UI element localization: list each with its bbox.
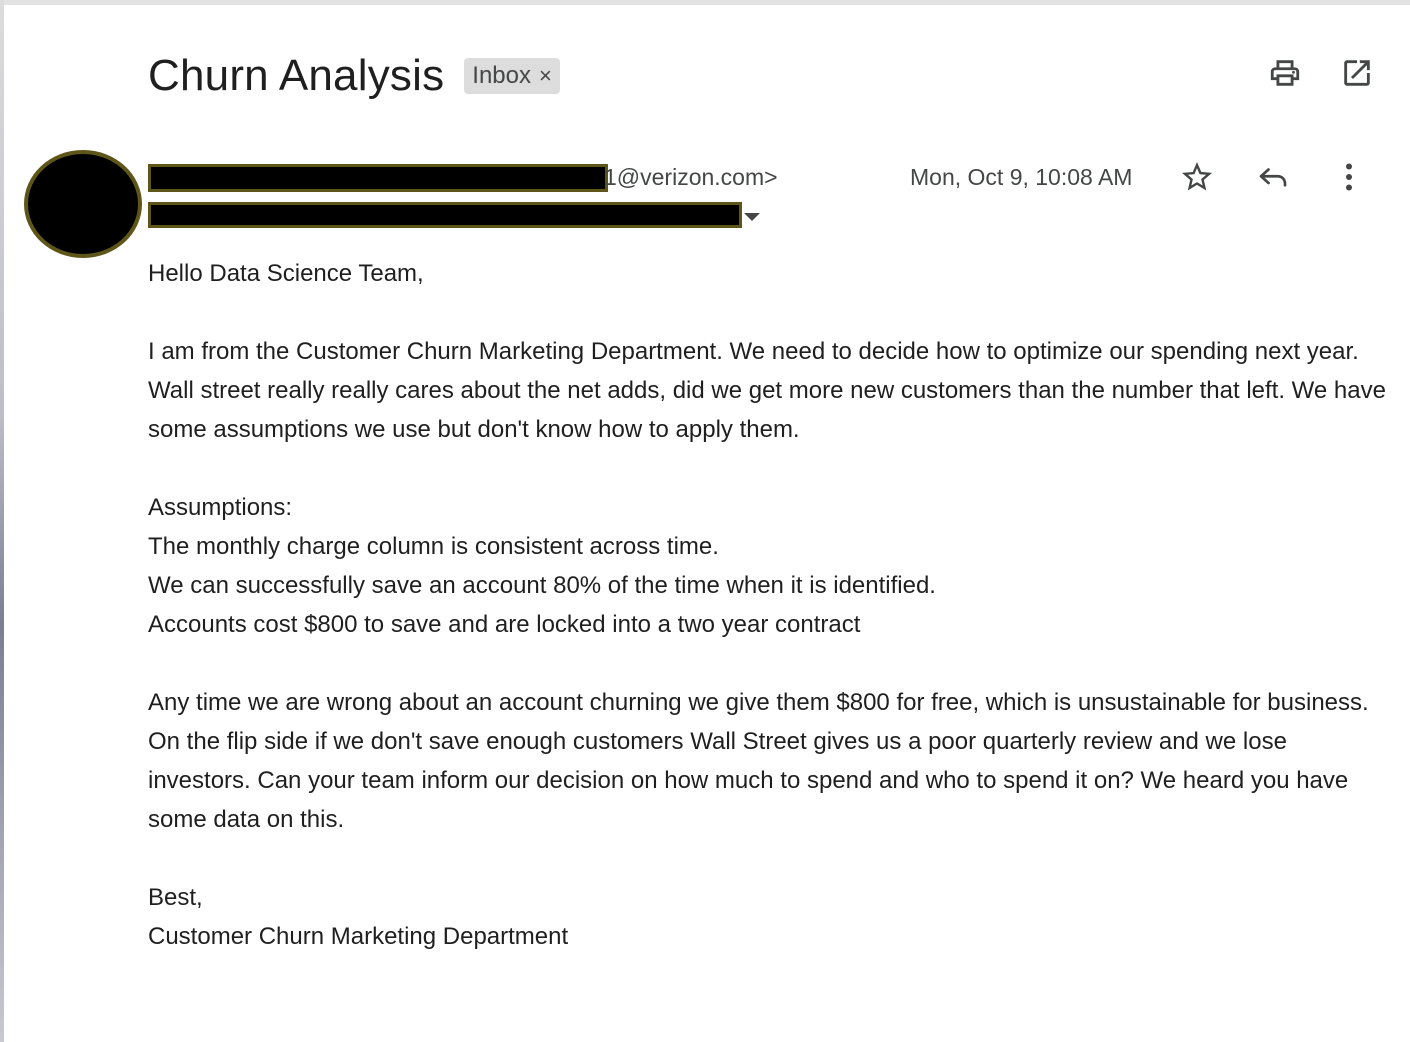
assumption-item: The monthly charge column is consistent … — [148, 533, 719, 560]
window-top-strip — [0, 0, 1410, 5]
sender-email: 1@verizon.com> — [604, 164, 778, 190]
email-subject: Churn Analysis — [148, 51, 445, 100]
email-date: Mon, Oct 9, 10:08 AM — [910, 164, 1133, 190]
paragraph-intro: I am from the Customer Churn Marketing D… — [148, 338, 1386, 443]
inbox-label-text: Inbox — [472, 62, 531, 89]
recipients-redaction — [148, 202, 742, 228]
assumption-item: We can successfully save an account 80% … — [148, 572, 936, 599]
show-details-caret-icon[interactable] — [744, 213, 760, 221]
star-icon[interactable] — [1178, 158, 1216, 196]
assumptions-block: Assumptions: The monthly charge column i… — [148, 488, 1388, 644]
greeting: Hello Data Science Team, — [148, 260, 424, 287]
reply-icon[interactable] — [1254, 158, 1292, 196]
message-actions — [1178, 158, 1368, 196]
subject-row: Churn Analysis Inbox × — [148, 48, 560, 104]
email-body: Hello Data Science Team, I am from the C… — [148, 254, 1388, 995]
signature-block: Best, Customer Churn Marketing Departmen… — [148, 878, 1388, 956]
thread-actions — [1266, 54, 1376, 92]
sender-avatar[interactable] — [24, 150, 142, 258]
more-vertical-icon[interactable] — [1330, 158, 1368, 196]
sender-name-redaction — [148, 164, 608, 192]
window-left-edge — [0, 0, 4, 1042]
open-in-new-window-icon[interactable] — [1338, 54, 1376, 92]
assumptions-heading: Assumptions: — [148, 494, 293, 521]
signoff: Best, — [148, 884, 203, 911]
signature: Customer Churn Marketing Department — [148, 923, 569, 950]
assumption-item: Accounts cost $800 to save and are locke… — [148, 611, 861, 638]
print-icon[interactable] — [1266, 54, 1304, 92]
paragraph-request: Any time we are wrong about an account c… — [148, 689, 1369, 833]
inbox-label-chip[interactable]: Inbox × — [464, 58, 560, 94]
remove-label-icon[interactable]: × — [539, 63, 552, 89]
